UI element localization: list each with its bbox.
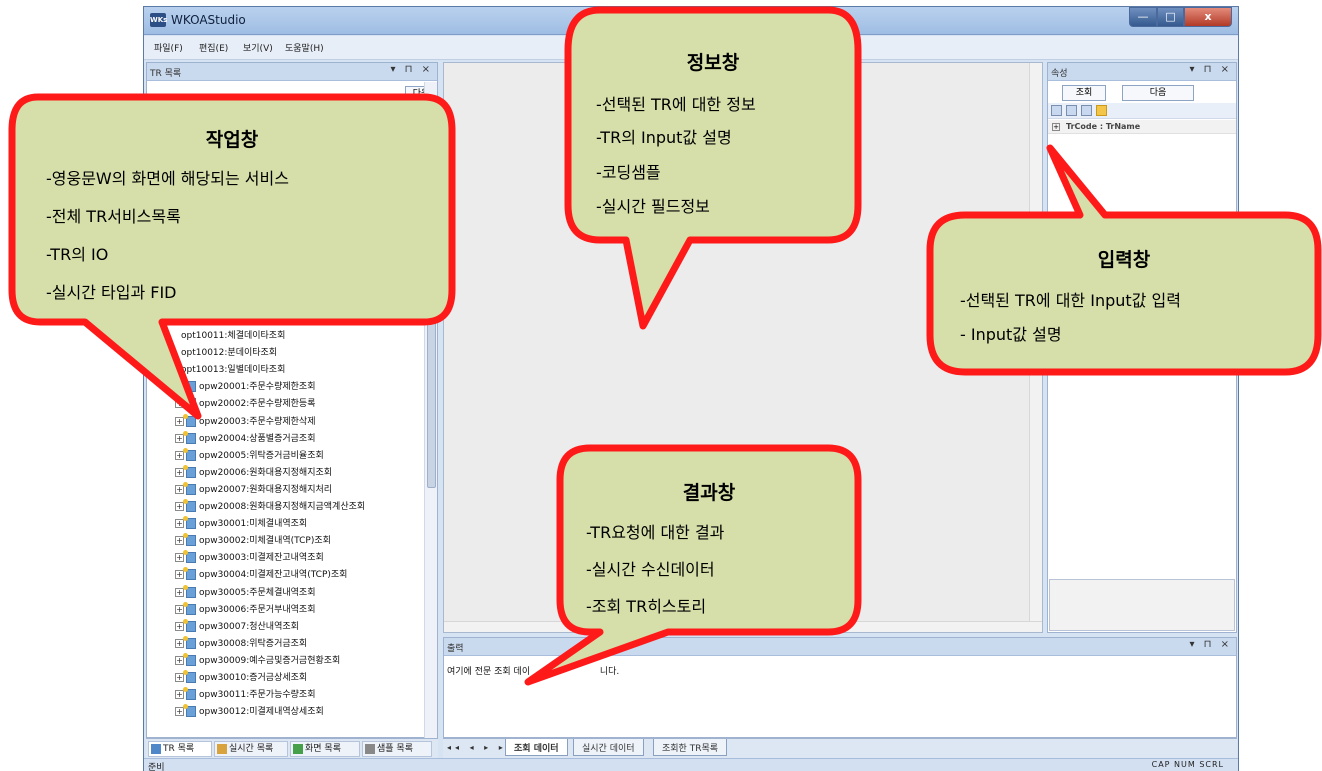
info-callout-line: -실시간 필드정보: [596, 197, 710, 216]
work-callout-title: 작업창: [205, 129, 259, 151]
info-callout-line: -TR의 Input값 설명: [596, 128, 732, 147]
result-callout-line: -TR요청에 대한 결과: [586, 523, 725, 542]
work-callout-line: -영웅문W의 화면에 해당되는 서비스: [46, 169, 289, 188]
screenshot-stage: WKs WKOAStudio — □ x 파일(F) 편집(E) 보기(V) 도…: [0, 0, 1322, 771]
work-callout-line: -전체 TR서비스목록: [46, 207, 181, 226]
input-callout-line: -선택된 TR에 대한 Input값 입력: [960, 291, 1181, 310]
result-callout-line: -실시간 수신데이터: [586, 560, 715, 579]
result-callout-line: -조회 TR히스토리: [586, 597, 707, 616]
result-callout-title: 결과창: [682, 482, 736, 504]
input-callout-line: - Input값 설명: [960, 325, 1062, 344]
info-callout-line: -코딩샘플: [596, 163, 661, 182]
callout-layer: [8, 6, 1322, 686]
info-callout-title: 정보창: [686, 52, 740, 74]
work-callout-line: -TR의 IO: [46, 245, 109, 264]
work-callout-line: -실시간 타입과 FID: [46, 283, 177, 302]
info-callout-line: -선택된 TR에 대한 정보: [596, 95, 756, 114]
input-callout-title: 입력창: [1097, 249, 1151, 271]
